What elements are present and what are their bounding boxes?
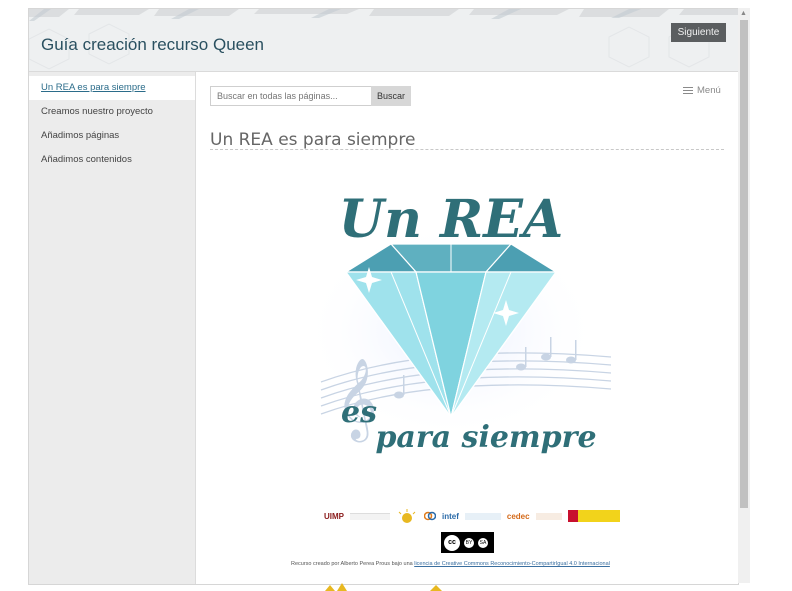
- cedec-subtitle: [535, 512, 562, 520]
- by-icon: BY: [464, 537, 474, 548]
- uimp-logo: UIMP: [324, 511, 344, 521]
- sponsor-logos: UIMP intef cedec: [324, 509, 620, 523]
- hamburger-icon: [683, 86, 693, 95]
- credit-prefix: Recurso creado por Alberto Perea Prous b…: [291, 561, 415, 567]
- intef-symbol-icon: [424, 511, 436, 521]
- sidebar-item-anadimos-contenidos[interactable]: Añadimos contenidos: [29, 148, 195, 172]
- uimp-subtitle: [350, 512, 390, 520]
- scroll-up-arrow-icon[interactable]: ▲: [740, 10, 747, 17]
- hero-line-1: Un REA: [339, 189, 563, 250]
- hero-image: 𝄞 Un REA es para siempre: [301, 189, 612, 455]
- page-title: Un REA es para siempre: [210, 130, 416, 151]
- search-button[interactable]: Buscar: [371, 86, 411, 106]
- cc-license-badge[interactable]: cc BY SA: [441, 532, 494, 553]
- next-button[interactable]: Siguiente: [671, 23, 726, 42]
- sidebar-item-un-rea[interactable]: Un REA es para siempre: [29, 76, 195, 100]
- hero-line-2: es: [341, 395, 377, 430]
- menu-toggle[interactable]: Menú: [683, 85, 721, 96]
- sun-logo-icon: [398, 509, 416, 523]
- cc-icon: cc: [444, 534, 460, 551]
- intef-subtitle: [464, 512, 501, 520]
- bottom-partial-logos: [325, 583, 442, 591]
- main-content: Buscar Menú Un REA es para siempre �: [196, 72, 738, 584]
- ministry-logo: [567, 510, 620, 522]
- scrollbar[interactable]: ▲: [738, 8, 750, 583]
- page-frame: Guía creación recurso Queen Siguiente Un…: [28, 8, 739, 585]
- title-divider: [210, 149, 724, 150]
- sidebar-item-creamos-proyecto[interactable]: Creamos nuestro proyecto: [29, 100, 195, 124]
- sidebar-item-anadimos-paginas[interactable]: Añadimos páginas: [29, 124, 195, 148]
- menu-label: Menú: [697, 85, 721, 96]
- license-link[interactable]: licencia de Creative Commons Reconocimie…: [414, 561, 610, 567]
- scroll-thumb[interactable]: [740, 20, 748, 508]
- cedec-logo: cedec: [506, 511, 530, 521]
- sa-icon: SA: [478, 537, 488, 548]
- sidebar: Un REA es para siempre Creamos nuestro p…: [29, 72, 196, 584]
- site-title: Guía creación recurso Queen: [41, 35, 265, 54]
- credit-text: Recurso creado por Alberto Perea Prous b…: [291, 561, 610, 567]
- search-input[interactable]: [210, 86, 373, 106]
- hero-line-3: para siempre: [375, 420, 596, 455]
- intef-logo: intef: [442, 511, 459, 521]
- header: Guía creación recurso Queen Siguiente: [29, 9, 738, 72]
